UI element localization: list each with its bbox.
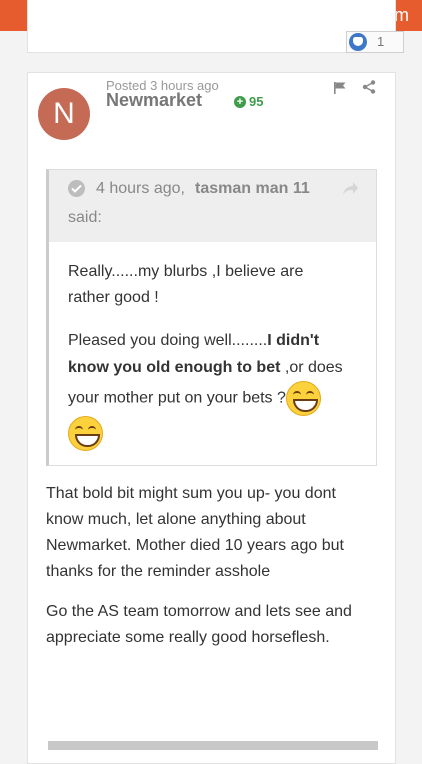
grinning-face-icon: [285, 381, 321, 416]
quote-author[interactable]: tasman man 11: [195, 180, 310, 198]
post-card: N Posted 3 hours ago Newmarket + 95 4 ho…: [27, 72, 396, 764]
arrow-icon[interactable]: [341, 181, 359, 197]
quote-paragraph: Pleased you doing well........I didn't k…: [68, 327, 358, 451]
quote-said: said:: [68, 209, 102, 226]
flag-icon[interactable]: [333, 81, 347, 95]
quote-header: 4 hours ago, tasman man 11 said:: [49, 170, 376, 242]
quote-paragraph: Really......my blurbs ,I believe are rat…: [68, 263, 304, 306]
post-paragraph: That bold bit might sum you up- you dont…: [46, 485, 344, 580]
previous-post-card: 1: [27, 0, 404, 53]
heart-icon: [349, 33, 367, 51]
post-author[interactable]: Newmarket: [106, 90, 202, 111]
share-icon[interactable]: [362, 80, 376, 94]
post-body: That bold bit might sum you up- you dont…: [46, 481, 376, 665]
scroll-bar[interactable]: [48, 741, 378, 750]
quote-time: 4 hours ago,: [96, 180, 185, 197]
quote-text: Pleased you doing well........: [68, 332, 268, 349]
quote-block: 4 hours ago, tasman man 11 said: Really.…: [46, 169, 377, 466]
like-count: 1: [377, 34, 385, 49]
check-circle-icon: [68, 180, 85, 197]
like-button[interactable]: 1: [346, 31, 404, 53]
reputation-count: 95: [249, 94, 264, 109]
plus-icon: +: [234, 96, 246, 108]
avatar[interactable]: N: [38, 88, 90, 140]
grinning-face-icon: [68, 416, 103, 451]
post-paragraph: Go the AS team tomorrow and lets see and…: [46, 603, 352, 646]
